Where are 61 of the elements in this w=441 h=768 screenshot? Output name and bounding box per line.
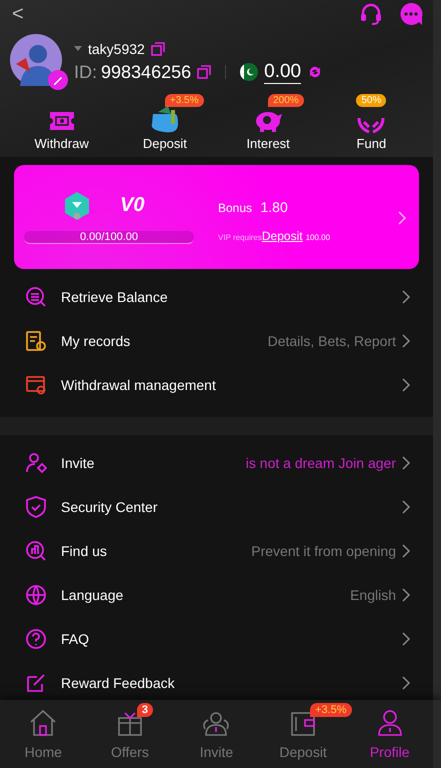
percent-badge: 200% bbox=[268, 94, 304, 107]
dropdown-icon[interactable] bbox=[74, 46, 82, 52]
user-id: 998346256 bbox=[101, 62, 192, 82]
chevron-icon bbox=[402, 544, 411, 558]
headset-icon[interactable] bbox=[359, 2, 383, 26]
action-button[interactable]: Withdraw bbox=[16, 94, 107, 151]
menu-item[interactable]: Language English bbox=[0, 573, 433, 617]
chevron-icon bbox=[402, 676, 411, 690]
chevron-icon bbox=[402, 290, 411, 304]
chevron-icon bbox=[398, 211, 407, 225]
back-button[interactable]: < bbox=[12, 4, 24, 24]
menu-item[interactable]: FAQ bbox=[0, 617, 433, 661]
flag-icon bbox=[240, 63, 258, 81]
home-icon bbox=[28, 708, 58, 736]
username: taky5932 bbox=[88, 40, 145, 56]
edit-icon[interactable] bbox=[48, 70, 68, 90]
question-icon bbox=[25, 628, 47, 650]
menu-item[interactable]: Invite is not a dream Join ager bbox=[0, 441, 433, 485]
nav-tab[interactable]: Home bbox=[0, 700, 87, 768]
action-button[interactable]: 50% Fund bbox=[326, 94, 416, 151]
menu-item[interactable]: Withdrawal management bbox=[0, 363, 433, 407]
vip-card[interactable]: V0 0.00/100.00 Bonus 1.80 VIP requiresDeposit 100.00 bbox=[14, 165, 419, 269]
notification-badge: 3 bbox=[136, 702, 154, 716]
chevron-icon bbox=[402, 334, 411, 348]
chat-icon[interactable] bbox=[399, 2, 423, 26]
requirement-text: VIP requires bbox=[218, 233, 262, 242]
menu-item[interactable]: Retrieve Balance bbox=[0, 275, 433, 319]
chevron-icon bbox=[402, 632, 411, 646]
menu-item[interactable]: Find us Prevent it from opening bbox=[0, 529, 433, 573]
nav-tab[interactable]: 3 Offers bbox=[86, 700, 174, 768]
promo-text: is not a dream Join ager bbox=[246, 455, 396, 471]
menu-item[interactable]: Reward Feedback bbox=[0, 661, 433, 700]
diamond-badge-icon bbox=[64, 190, 90, 220]
id-label: ID: bbox=[74, 62, 98, 82]
menu-value: Prevent it from opening bbox=[251, 543, 396, 559]
copy-icon[interactable] bbox=[197, 65, 212, 79]
menu-value: English bbox=[350, 587, 396, 603]
percent-badge: 50% bbox=[356, 94, 386, 107]
copy-icon[interactable] bbox=[150, 42, 165, 56]
menu-item[interactable]: Security Center bbox=[0, 485, 433, 529]
nav-tab[interactable]: Invite bbox=[173, 700, 260, 768]
chevron-icon bbox=[402, 378, 411, 392]
chevron-icon bbox=[402, 500, 411, 514]
action-button[interactable]: 200% Interest bbox=[223, 94, 314, 151]
vip-level: V0 bbox=[120, 194, 144, 217]
chevron-icon bbox=[402, 588, 411, 602]
requirement-amount: 100.00 bbox=[306, 233, 330, 242]
globe-icon bbox=[25, 584, 47, 606]
menu-value: Details, Bets, Report bbox=[268, 333, 396, 349]
menu-item[interactable]: My records Details, Bets, Report bbox=[0, 319, 433, 363]
percent-badge: +3.5% bbox=[164, 94, 204, 107]
avatar bbox=[10, 34, 62, 86]
bonus-value: 1.80 bbox=[260, 199, 288, 215]
progress-text: 0.00/100.00 bbox=[80, 230, 138, 242]
notification-badge: +3.5% bbox=[310, 702, 352, 716]
action-button[interactable]: +3.5% Deposit bbox=[120, 94, 210, 151]
shield-check-icon bbox=[25, 496, 47, 518]
bonus-label: Bonus bbox=[218, 201, 252, 215]
balance: 0.00 bbox=[264, 60, 302, 84]
chevron-icon bbox=[402, 456, 411, 470]
wallet-icon bbox=[150, 104, 180, 134]
